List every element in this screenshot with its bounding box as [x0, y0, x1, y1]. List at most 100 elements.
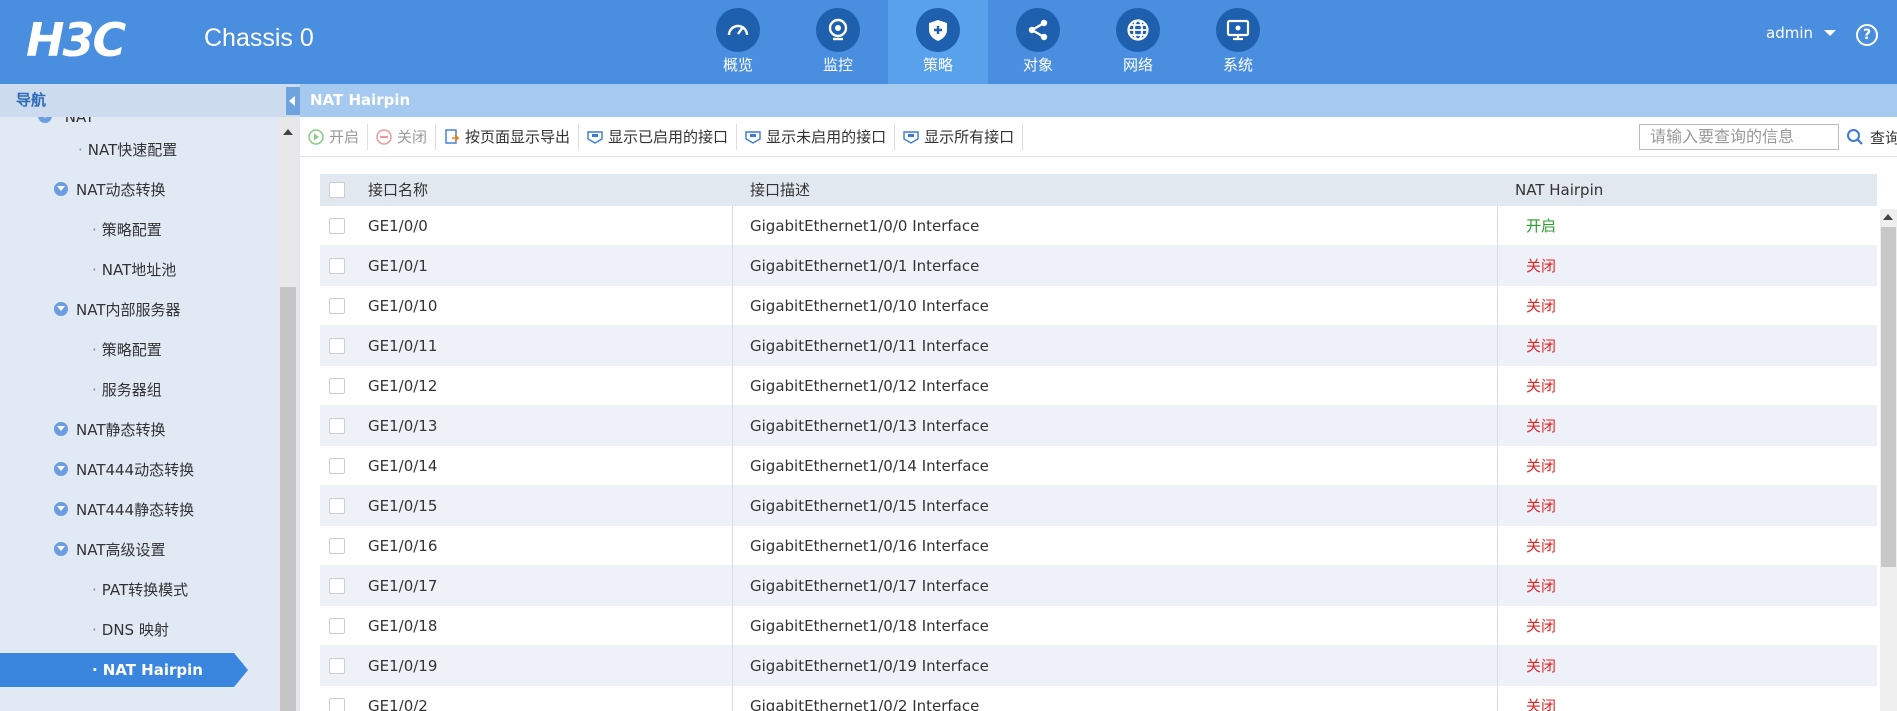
table-row[interactable]: GE1/0/12 GigabitEthernet1/0/12 Interface 关…	[320, 366, 1877, 406]
row-checkbox[interactable]	[329, 538, 345, 554]
table-row[interactable]: GE1/0/14 GigabitEthernet1/0/14 Interface 关…	[320, 446, 1877, 486]
show-disabled-label: 显示未启用的接口	[766, 128, 887, 146]
sidebar-item[interactable]: · NAT Hairpin	[0, 653, 248, 687]
sidebar-item-label: 策略配置	[101, 221, 162, 239]
shield-icon	[916, 8, 960, 52]
interface-desc: GigabitEthernet1/0/18 Interface	[750, 617, 989, 635]
scroll-thumb[interactable]	[1881, 227, 1896, 567]
sidebar-item[interactable]: · NAT地址池	[0, 253, 278, 287]
row-checkbox[interactable]	[329, 578, 345, 594]
row-checkbox[interactable]	[329, 218, 345, 234]
table-row[interactable]: GE1/0/1 GigabitEthernet1/0/1 Interface 关闭	[320, 246, 1877, 286]
expand-icon	[54, 502, 68, 516]
gauge-icon	[716, 8, 760, 52]
enable-button[interactable]: 开启	[300, 123, 369, 150]
sidebar-item[interactable]: NAT高级设置	[0, 533, 278, 567]
sidebar-item[interactable]: NAT444静态转换	[0, 493, 278, 527]
monitor-icon	[1216, 8, 1260, 52]
column-divider	[732, 686, 733, 711]
table-row[interactable]: GE1/0/2 GigabitEthernet1/0/2 Interface 关闭	[320, 686, 1877, 711]
show-all-button[interactable]: 显示所有接口	[895, 123, 1024, 150]
sidebar-item[interactable]: NAT444动态转换	[0, 453, 278, 487]
row-checkbox[interactable]	[329, 458, 345, 474]
expand-icon	[54, 422, 68, 436]
search-icon[interactable]	[1846, 128, 1864, 146]
nav-item-1[interactable]: 监控	[788, 0, 888, 84]
sidebar-item[interactable]: NAT动态转换	[0, 173, 278, 207]
header-interface-name[interactable]: 接口名称	[368, 174, 428, 206]
collapse-sidebar-button[interactable]	[286, 87, 300, 115]
header-interface-desc[interactable]: 接口描述	[750, 174, 810, 206]
show-enabled-button[interactable]: 显示已启用的接口	[579, 123, 738, 150]
search-input[interactable]: 请输入要查询的信息	[1639, 124, 1839, 150]
row-checkbox[interactable]	[329, 338, 345, 354]
sidebar-item[interactable]: NAT静态转换	[0, 413, 278, 447]
row-checkbox[interactable]	[329, 258, 345, 274]
hairpin-status: 关闭	[1526, 337, 1557, 355]
row-checkbox[interactable]	[329, 298, 345, 314]
table-row[interactable]: GE1/0/19 GigabitEthernet1/0/19 Interface 关…	[320, 646, 1877, 686]
disable-button[interactable]: 关闭	[368, 123, 437, 150]
expand-icon	[54, 302, 68, 316]
sidebar-item-nat-partial[interactable]: NAT	[0, 117, 278, 134]
table-row[interactable]: GE1/0/13 GigabitEthernet1/0/13 Interface 关…	[320, 406, 1877, 446]
nav-item-3[interactable]: 对象	[988, 0, 1088, 84]
table-row[interactable]: GE1/0/10 GigabitEthernet1/0/10 Interface 关…	[320, 286, 1877, 326]
bullet-icon: ·	[92, 661, 98, 679]
sidebar-item[interactable]: · NAT快速配置	[0, 133, 278, 167]
scroll-up-icon[interactable]	[283, 129, 293, 135]
row-checkbox[interactable]	[329, 698, 345, 711]
table-row[interactable]: GE1/0/16 GigabitEthernet1/0/16 Interface 关…	[320, 526, 1877, 566]
nav-item-5[interactable]: 系统	[1188, 0, 1288, 84]
select-all-checkbox[interactable]	[329, 182, 345, 198]
table-scrollbar[interactable]	[1880, 209, 1897, 711]
row-checkbox[interactable]	[329, 618, 345, 634]
export-button[interactable]: 按页面显示导出	[436, 123, 580, 150]
table-row[interactable]: GE1/0/11 GigabitEthernet1/0/11 Interface 关…	[320, 326, 1877, 366]
hairpin-status: 关闭	[1526, 657, 1557, 675]
show-disabled-button[interactable]: 显示未启用的接口	[737, 123, 896, 150]
scroll-thumb[interactable]	[280, 287, 296, 711]
sidebar-item[interactable]: NAT内部服务器	[0, 293, 278, 327]
column-divider	[732, 366, 733, 406]
sidebar-scrollbar[interactable]	[278, 117, 298, 711]
nav-item-4[interactable]: 网络	[1088, 0, 1188, 84]
sidebar-item-label: NAT444动态转换	[76, 461, 195, 479]
column-divider	[732, 606, 733, 646]
column-divider	[732, 486, 733, 526]
show-enabled-label: 显示已启用的接口	[608, 128, 729, 146]
table-row[interactable]: GE1/0/17 GigabitEthernet1/0/17 Interface 关…	[320, 566, 1877, 606]
table-row[interactable]: GE1/0/15 GigabitEthernet1/0/15 Interface 关…	[320, 486, 1877, 526]
interface-name: GE1/0/17	[368, 577, 438, 595]
help-icon[interactable]: ?	[1856, 24, 1878, 46]
nav-label: 概览	[722, 56, 753, 74]
sidebar-item[interactable]: · DNS 映射	[0, 613, 278, 647]
user-menu[interactable]: admin	[1766, 24, 1836, 42]
scroll-up-icon[interactable]	[1883, 214, 1893, 220]
sidebar-item[interactable]: · PAT转换模式	[0, 573, 278, 607]
row-checkbox[interactable]	[329, 378, 345, 394]
row-checkbox[interactable]	[329, 418, 345, 434]
row-checkbox[interactable]	[329, 658, 345, 674]
show-all-label: 显示所有接口	[924, 128, 1015, 146]
hairpin-status: 关闭	[1526, 497, 1557, 515]
chassis-title: Chassis 0	[204, 24, 314, 52]
interface-desc: GigabitEthernet1/0/0 Interface	[750, 217, 980, 235]
minus-circle-icon	[376, 128, 392, 145]
table-row[interactable]: GE1/0/0 GigabitEthernet1/0/0 Interface 开启	[320, 206, 1877, 246]
search-button[interactable]: 查询	[1870, 127, 1897, 148]
sidebar-item-label: NAT444静态转换	[76, 501, 195, 519]
bullet-icon: ·	[92, 261, 97, 279]
nav-item-2[interactable]: 策略	[888, 0, 988, 84]
column-divider	[1497, 366, 1498, 406]
bullet-icon: ·	[92, 381, 97, 399]
row-checkbox[interactable]	[329, 498, 345, 514]
header-nat-hairpin[interactable]: NAT Hairpin	[1515, 174, 1603, 206]
sidebar-item[interactable]: · 策略配置	[0, 213, 278, 247]
nav-item-0[interactable]: 概览	[688, 0, 788, 84]
hairpin-status: 关闭	[1526, 257, 1557, 275]
sidebar-item-label: NAT Hairpin	[102, 661, 203, 679]
table-row[interactable]: GE1/0/18 GigabitEthernet1/0/18 Interface 关…	[320, 606, 1877, 646]
sidebar-item[interactable]: · 服务器组	[0, 373, 278, 407]
sidebar-item[interactable]: · 策略配置	[0, 333, 278, 367]
